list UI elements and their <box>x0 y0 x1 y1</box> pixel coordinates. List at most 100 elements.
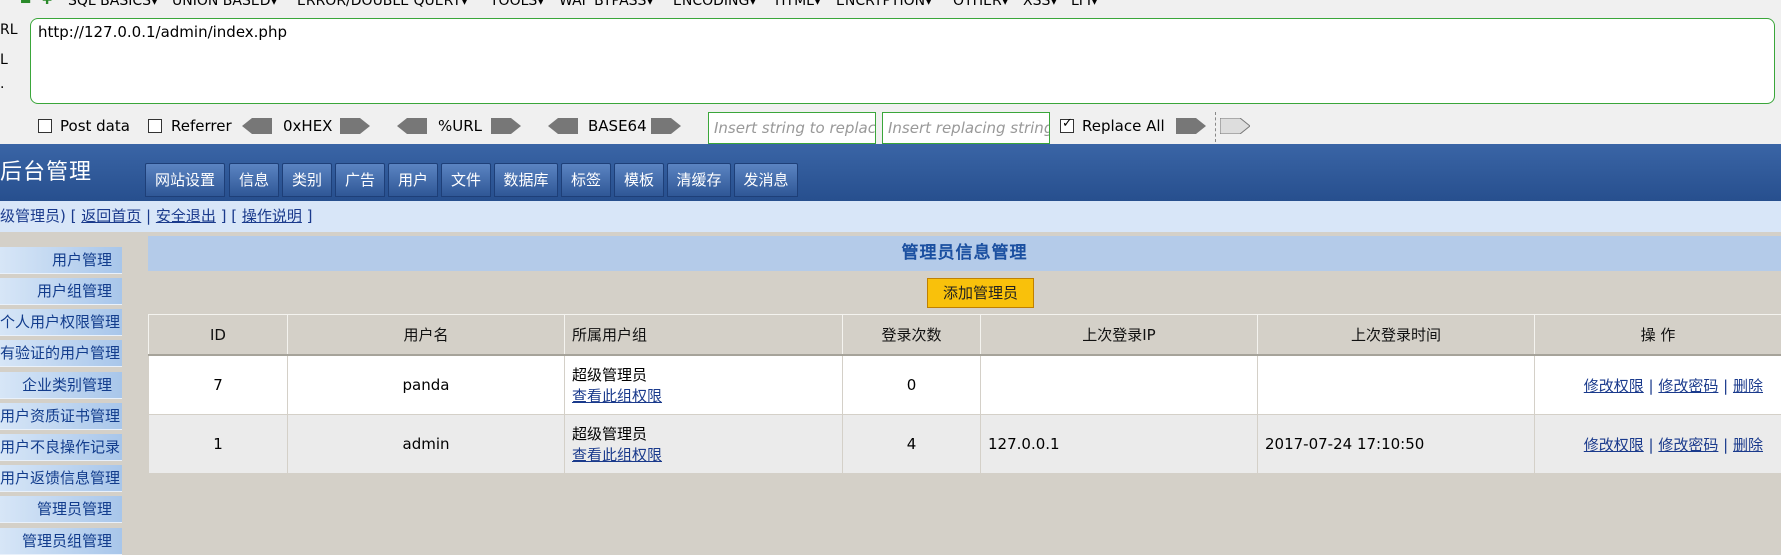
menu-other[interactable]: OTHER▾ <box>953 0 1009 9</box>
tab-site-settings[interactable]: 网站设置 <box>145 163 225 197</box>
menu-lfi[interactable]: LFI▾ <box>1071 0 1098 9</box>
admin-title: 后台管理 <box>0 154 92 186</box>
change-password-link[interactable]: 修改密码 <box>1658 436 1718 454</box>
hackbar-options-row: Post data Referrer 0xHEX %URL BASE64 Ins… <box>0 112 1781 142</box>
minus-icon[interactable]: ▬ <box>20 0 31 7</box>
menu-encryption[interactable]: ENCRYPTION▾ <box>836 0 932 9</box>
action-sep: | <box>1718 436 1733 454</box>
edit-permissions-link[interactable]: 修改权限 <box>1584 436 1644 454</box>
help-link[interactable]: 操作说明 <box>242 207 302 225</box>
cell-last-ip: 127.0.0.1 <box>981 415 1258 474</box>
tab-info[interactable]: 信息 <box>229 163 279 197</box>
info-suffix: ] <box>302 207 313 225</box>
col-last-time[interactable]: 上次登录时间 <box>1258 315 1535 356</box>
cell-login-count: 4 <box>843 415 981 474</box>
menu-sql-basics[interactable]: SQL BASICS▾ <box>68 0 158 9</box>
plus-icon[interactable]: ✚ <box>42 0 52 7</box>
admin-header: 后台管理 网站设置 信息 类别 广告 用户 文件 数据库 标签 模板 清缓存 发… <box>0 144 1781 201</box>
sidebar-item-enterprise-category[interactable]: 企业类别管理 <box>0 372 122 399</box>
view-group-permissions-link[interactable]: 查看此组权限 <box>572 446 662 464</box>
col-last-ip[interactable]: 上次登录IP <box>981 315 1258 356</box>
menu-error-double-query[interactable]: ERROR/DOUBLE QUERY▾ <box>297 0 468 9</box>
logout-link[interactable]: 安全退出 <box>156 207 216 225</box>
tab-category[interactable]: 类别 <box>282 163 332 197</box>
tab-clear-cache[interactable]: 清缓存 <box>667 163 731 197</box>
base64-encode-arrow-icon[interactable] <box>651 118 681 134</box>
tab-send-message[interactable]: 发消息 <box>734 163 798 197</box>
return-home-link[interactable]: 返回首页 <box>81 207 141 225</box>
main-panel: 管理员信息管理 添加管理员 ID 用户名 所属用户组 登录次数 上次登录IP 上… <box>148 232 1781 549</box>
cell-id: 1 <box>149 415 288 474</box>
url-label: %URL <box>438 117 482 135</box>
replace-all-checkbox[interactable] <box>1060 119 1074 133</box>
view-group-permissions-link[interactable]: 查看此组权限 <box>572 387 662 405</box>
sidebar-item-verified-users[interactable]: 有验证的用户管理 <box>0 340 122 367</box>
sidebar-item-admin-group-management[interactable]: 管理员组管理 <box>0 528 122 555</box>
replace-all-arrow-icon[interactable] <box>1220 118 1250 134</box>
load-url-label[interactable]: RL <box>0 22 18 38</box>
url-decode-arrow-icon[interactable] <box>397 118 427 134</box>
col-id[interactable]: ID <box>149 315 288 356</box>
sidebar-item-bad-records[interactable]: 用户不良操作记录 <box>0 434 122 461</box>
base64-decode-arrow-icon[interactable] <box>548 118 578 134</box>
replacing-string-input[interactable]: Insert replacing string <box>882 112 1050 144</box>
sidebar-item-user-group-management[interactable]: 用户组管理 <box>0 278 122 305</box>
hex-decode-arrow-icon[interactable] <box>242 118 272 134</box>
change-password-link[interactable]: 修改密码 <box>1658 377 1718 395</box>
group-name: 超级管理员 <box>572 364 841 385</box>
replace-all-label: Replace All <box>1082 117 1165 135</box>
delete-link[interactable]: 删除 <box>1733 436 1763 454</box>
tab-database[interactable]: 数据库 <box>494 163 558 197</box>
execute-label[interactable]: . <box>0 76 4 92</box>
split-url-label[interactable]: L <box>0 52 8 68</box>
hex-encode-arrow-icon[interactable] <box>340 118 370 134</box>
action-sep: | <box>1718 377 1733 395</box>
menu-encoding[interactable]: ENCODING▾ <box>673 0 756 9</box>
tab-files[interactable]: 文件 <box>441 163 491 197</box>
sidebar-item-certificates[interactable]: 用户资质证书管理 <box>0 403 122 430</box>
menu-union-based[interactable]: UNION BASED▾ <box>172 0 278 9</box>
referrer-label: Referrer <box>171 117 232 135</box>
user-info-bar: 级管理员) [ 返回首页 | 安全退出 ] [ 操作说明 ] <box>0 201 1781 232</box>
col-login-count[interactable]: 登录次数 <box>843 315 981 356</box>
page-title: 管理员信息管理 <box>148 236 1781 271</box>
menu-xss[interactable]: XSS▾ <box>1023 0 1057 9</box>
replace-arrow-icon[interactable] <box>1176 118 1206 134</box>
menu-tools[interactable]: TOOLS▾ <box>490 0 544 9</box>
replace-string-input[interactable]: Insert string to replace <box>708 112 876 144</box>
col-group[interactable]: 所属用户组 <box>565 315 843 356</box>
info-sep: ] [ <box>216 207 242 225</box>
info-sep: | <box>141 207 156 225</box>
edit-permissions-link[interactable]: 修改权限 <box>1584 377 1644 395</box>
admin-table: ID 用户名 所属用户组 登录次数 上次登录IP 上次登录时间 操 作 7 pa… <box>148 314 1781 474</box>
cell-actions: 修改权限 | 修改密码 | 删除 <box>1535 415 1781 474</box>
url-encode-arrow-icon[interactable] <box>491 118 521 134</box>
delete-link[interactable]: 删除 <box>1733 377 1763 395</box>
cell-group: 超级管理员 查看此组权限 <box>565 355 843 415</box>
cell-actions: 修改权限 | 修改密码 | 删除 <box>1535 355 1781 415</box>
sidebar-item-admin-management[interactable]: 管理员管理 <box>0 496 122 523</box>
col-actions[interactable]: 操 作 <box>1535 315 1781 356</box>
referrer-checkbox[interactable] <box>148 119 162 133</box>
cell-last-ip <box>981 355 1258 415</box>
post-data-label: Post data <box>60 117 130 135</box>
tab-ads[interactable]: 广告 <box>335 163 385 197</box>
menu-waf-bypass[interactable]: WAF BYPASS▾ <box>559 0 653 9</box>
tab-templates[interactable]: 模板 <box>614 163 664 197</box>
add-admin-button[interactable]: 添加管理员 <box>927 278 1034 308</box>
cell-id: 7 <box>149 355 288 415</box>
sidebar-item-user-management[interactable]: 用户管理 <box>0 247 122 274</box>
action-sep: | <box>1644 436 1659 454</box>
url-textarea[interactable]: http://127.0.0.1/admin/index.php <box>30 18 1775 104</box>
sidebar-item-personal-permissions[interactable]: 个人用户权限管理 <box>0 309 122 336</box>
col-username[interactable]: 用户名 <box>288 315 565 356</box>
menu-html[interactable]: HTML▾ <box>775 0 821 9</box>
cell-last-time: 2017-07-24 17:10:50 <box>1258 415 1535 474</box>
post-data-checkbox[interactable] <box>38 119 52 133</box>
hex-label: 0xHEX <box>283 117 332 135</box>
tab-users[interactable]: 用户 <box>388 163 438 197</box>
base64-label: BASE64 <box>588 117 647 135</box>
sidebar-item-feedback[interactable]: 用户返馈信息管理 <box>0 465 122 492</box>
tab-tags[interactable]: 标签 <box>561 163 611 197</box>
group-name: 超级管理员 <box>572 423 841 444</box>
